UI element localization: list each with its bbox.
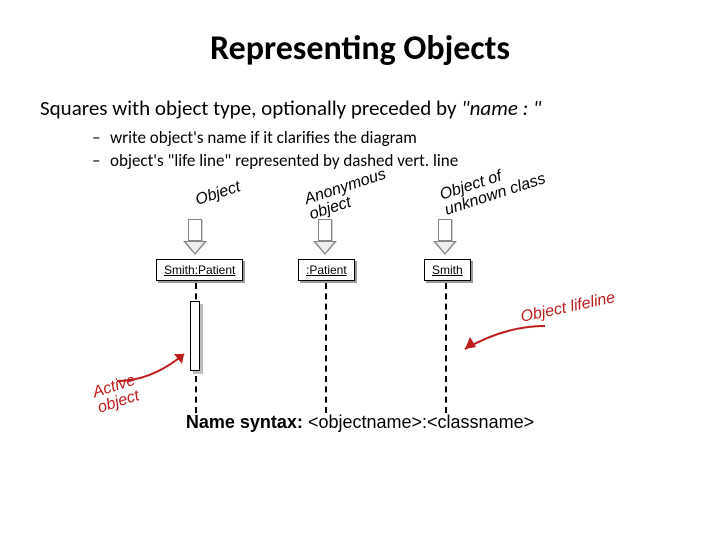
object-box-anonymous: :Patient <box>298 259 355 281</box>
arrow-head-icon <box>433 241 457 255</box>
arrow-head-icon <box>313 241 337 255</box>
arrow-down-icon <box>188 219 202 241</box>
name-syntax-line: Name syntax: <objectname>:<classname> <box>100 412 620 433</box>
arrow-object-lifeline <box>460 321 550 366</box>
intro-line: Squares with object type, optionally pre… <box>40 95 680 121</box>
lifeline <box>445 283 447 413</box>
label-object-lifeline: Object lifeline <box>519 289 617 327</box>
arrow-down-icon <box>438 219 452 241</box>
object-box-named: Smith:Patient <box>156 259 243 281</box>
slide-title: Representing Objects <box>40 28 680 69</box>
label-object: Object <box>193 178 243 209</box>
bullet-item: write object's name if it clarifies the … <box>92 127 680 150</box>
name-syntax-label: Name syntax: <box>186 412 303 432</box>
diagram-area: Object Anonymous object Object of unknow… <box>100 191 620 431</box>
arrow-down-icon <box>318 219 332 241</box>
object-box-unknown: Smith <box>424 259 471 281</box>
intro-prefix: Squares with object type, optionally pre… <box>40 95 461 121</box>
arrow-head-icon <box>183 241 207 255</box>
intro-quoted: "name : " <box>461 95 541 121</box>
lifeline <box>325 283 327 413</box>
name-syntax-value: <objectname>:<classname> <box>308 412 534 432</box>
